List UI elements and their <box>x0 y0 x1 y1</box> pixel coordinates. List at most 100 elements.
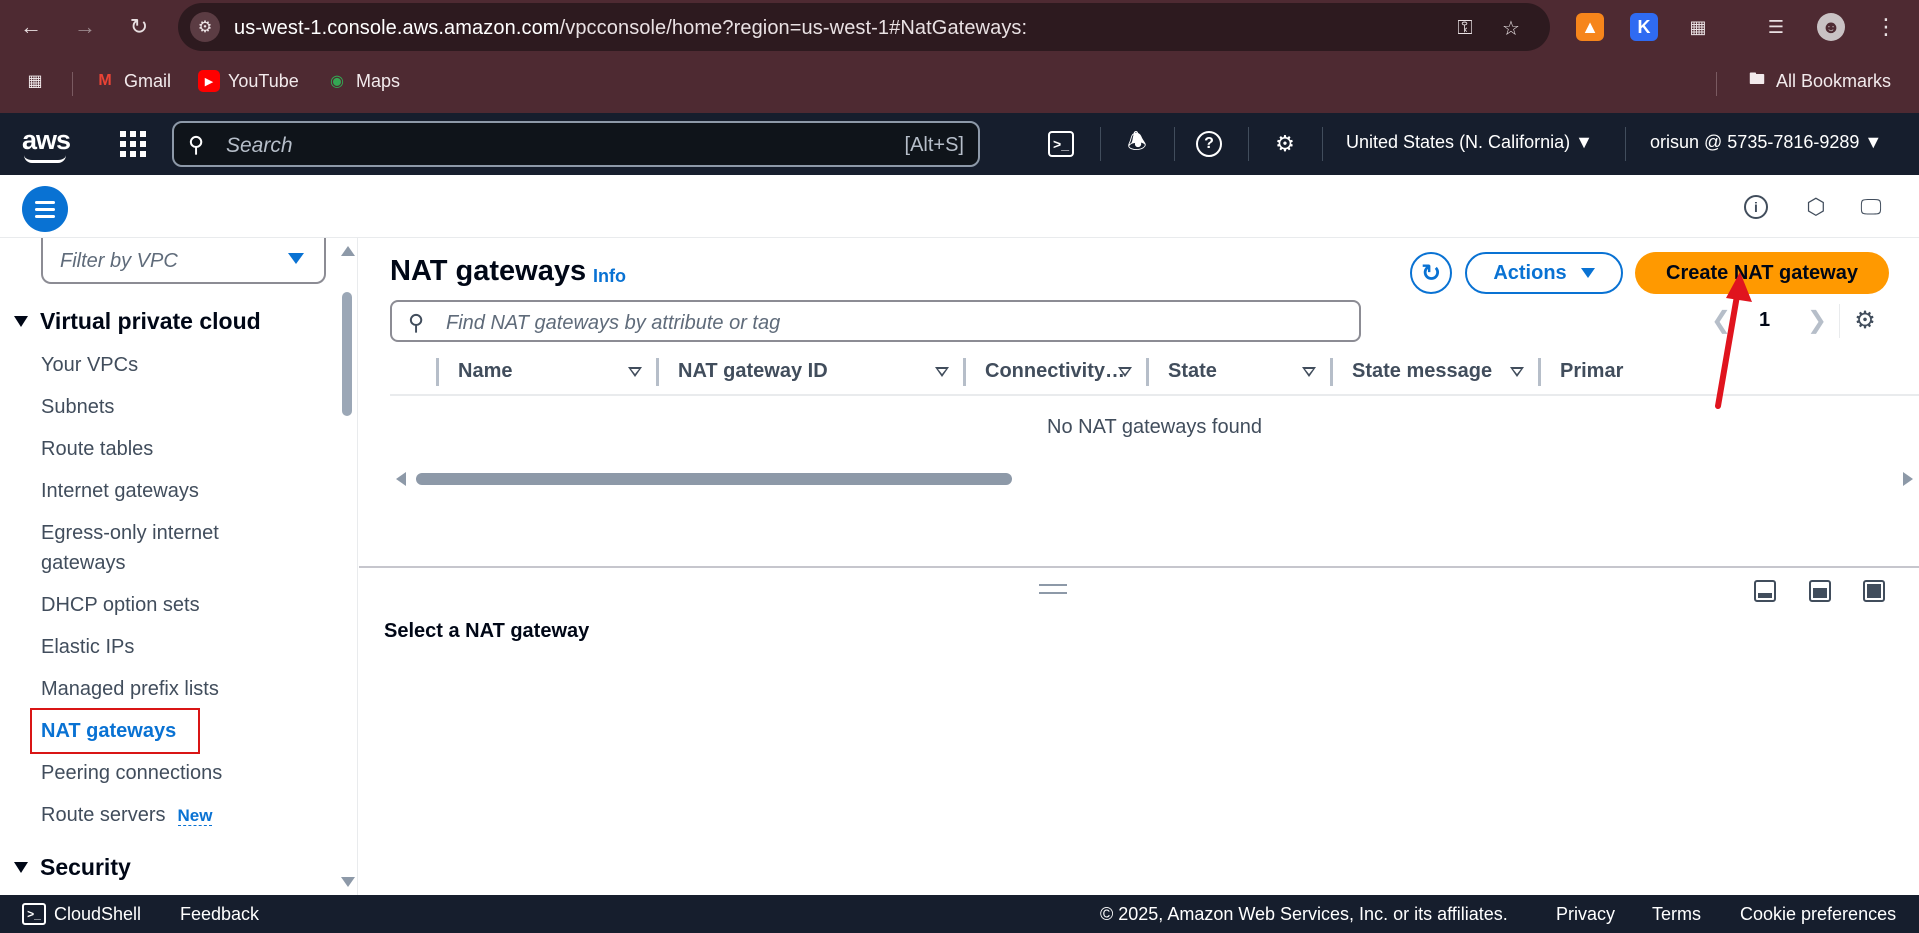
column-header-nat-gateway-id[interactable]: NAT gateway ID <box>678 360 828 383</box>
column-divider[interactable] <box>1538 358 1541 386</box>
info-link[interactable]: Info <box>593 266 626 287</box>
side-navigation-toggle[interactable] <box>22 186 68 232</box>
scroll-right-icon[interactable] <box>1903 472 1913 486</box>
bookmark-star-icon[interactable]: ☆ <box>1498 15 1524 41</box>
header-divider <box>1625 127 1626 161</box>
find-nat-gateways-input[interactable]: ⚲ Find NAT gateways by attribute or tag <box>390 300 1361 342</box>
cookie-preferences-link[interactable]: Cookie preferences <box>1740 904 1896 925</box>
section-virtual-private-cloud[interactable]: Virtual private cloud <box>14 308 261 335</box>
help-icon[interactable]: ? <box>1196 131 1222 157</box>
bookmark-maps[interactable]: ◉ Maps <box>326 70 400 92</box>
column-divider[interactable] <box>1146 358 1149 386</box>
aws-logo[interactable]: aws <box>22 125 71 163</box>
scroll-thumb[interactable] <box>416 473 1012 485</box>
cloudshell-icon[interactable]: >_ <box>1048 131 1074 157</box>
scroll-down-icon[interactable] <box>341 877 355 887</box>
table-horizontal-scrollbar[interactable] <box>390 470 1919 488</box>
reload-icon[interactable]: ↻ <box>122 10 156 44</box>
apps-grid-icon[interactable]: ▦ <box>24 70 46 92</box>
extensions-puzzle-icon[interactable]: ▦ <box>1684 13 1712 41</box>
sidebar-item-your-vpcs[interactable]: Your VPCs <box>41 350 311 380</box>
actions-button[interactable]: Actions <box>1465 252 1623 294</box>
sort-icon[interactable] <box>1302 367 1316 377</box>
bookmark-youtube[interactable]: ▶ YouTube <box>198 70 299 92</box>
amazon-q-hexagon-icon[interactable]: ⬡ <box>1801 192 1831 222</box>
caret-down-icon <box>14 862 28 873</box>
region-selector[interactable]: United States (N. California) ▼ <box>1346 132 1593 153</box>
cloudshell-icon[interactable]: >_ <box>22 903 46 925</box>
empty-state-message: No NAT gateways found <box>1047 416 1262 438</box>
cloudshell-link[interactable]: CloudShell <box>54 904 141 925</box>
sidebar-item-dhcp-option-sets[interactable]: DHCP option sets <box>41 590 311 620</box>
sidebar-item-route-servers[interactable]: Route servers New <box>41 800 311 831</box>
highlight-box <box>30 708 200 754</box>
copyright-text: © 2025, Amazon Web Services, Inc. or its… <box>1100 904 1508 924</box>
sidebar-item-egress-only-internet-gateways[interactable]: Egress-only internet gateways <box>41 518 261 578</box>
back-icon[interactable]: ← <box>14 10 48 44</box>
section-security[interactable]: Security <box>14 854 131 881</box>
vpc-filter-select[interactable]: Filter by VPC <box>41 238 326 284</box>
scroll-thumb[interactable] <box>342 292 352 416</box>
page-title: NAT gateways <box>390 255 587 287</box>
bookmark-gmail[interactable]: M Gmail <box>94 70 171 92</box>
sidebar-item-internet-gateways[interactable]: Internet gateways <box>41 476 311 506</box>
caret-down-icon <box>1580 268 1595 278</box>
main-content: NAT gateways Info ↻ Actions Create NAT g… <box>359 238 1919 895</box>
search-icon: ⚲ <box>408 310 425 335</box>
refresh-button[interactable]: ↻ <box>1410 252 1452 294</box>
metamask-extension-icon[interactable]: ▲ <box>1576 13 1604 41</box>
sidebar-item-route-tables[interactable]: Route tables <box>41 434 311 464</box>
sort-icon[interactable] <box>1510 367 1524 377</box>
side-navigation: Filter by VPC Virtual private cloud Your… <box>0 238 358 895</box>
column-divider[interactable] <box>963 358 966 386</box>
sort-icon[interactable] <box>935 367 949 377</box>
password-key-icon[interactable]: ⚿ <box>1452 15 1478 41</box>
all-bookmarks[interactable]: 🖿 All Bookmarks <box>1746 70 1891 92</box>
next-page-icon[interactable]: ❯ <box>1807 306 1827 335</box>
sidebar-item-peering-connections[interactable]: Peering connections <box>41 758 311 788</box>
scroll-left-icon[interactable] <box>396 472 406 486</box>
column-header-state[interactable]: State <box>1168 360 1217 383</box>
sort-icon[interactable] <box>628 367 642 377</box>
services-grid-icon[interactable] <box>120 131 146 157</box>
forward-icon[interactable]: → <box>68 10 102 44</box>
browser-toolbar: ← → ↻ ⚙ us-west-1.console.aws.amazon.com… <box>0 0 1919 54</box>
account-menu[interactable]: orisun @ 5735-7816-9289 ▼ <box>1650 132 1882 153</box>
table-preferences-gear-icon[interactable]: ⚙ <box>1849 304 1881 336</box>
create-nat-gateway-button[interactable]: Create NAT gateway <box>1635 252 1889 294</box>
info-panel-icon[interactable]: i <box>1744 195 1768 219</box>
column-header-state-message[interactable]: State message <box>1352 360 1492 383</box>
column-header-connectivity[interactable]: Connectivity… <box>985 360 1125 383</box>
header-divider <box>1248 127 1249 161</box>
split-panel-drag-handle[interactable] <box>1039 584 1067 594</box>
column-header-primary[interactable]: Primar <box>1560 360 1623 383</box>
feedback-link[interactable]: Feedback <box>180 904 259 925</box>
sort-icon[interactable] <box>1118 367 1132 377</box>
more-menu-icon[interactable]: ⋮ <box>1872 13 1900 41</box>
column-header-name[interactable]: Name <box>458 360 512 383</box>
media-queue-icon[interactable]: ☰ <box>1762 13 1790 41</box>
column-divider[interactable] <box>656 358 659 386</box>
terms-link[interactable]: Terms <box>1652 904 1701 925</box>
scroll-up-icon[interactable] <box>341 246 355 256</box>
site-info-icon[interactable]: ⚙ <box>190 12 220 42</box>
column-divider[interactable] <box>1330 358 1333 386</box>
split-full-icon[interactable] <box>1863 580 1885 602</box>
sidebar-item-elastic-ips[interactable]: Elastic IPs <box>41 632 311 662</box>
sidebar-item-subnets[interactable]: Subnets <box>41 392 311 422</box>
split-middle-icon[interactable] <box>1809 580 1831 602</box>
bookmark-divider <box>72 72 73 96</box>
sidenav-scrollbar[interactable] <box>338 238 356 895</box>
settings-gear-icon[interactable]: ⚙ <box>1270 129 1300 159</box>
k-extension-icon[interactable]: K <box>1630 13 1658 41</box>
privacy-link[interactable]: Privacy <box>1556 904 1615 925</box>
address-bar[interactable]: ⚙ us-west-1.console.aws.amazon.com/vpcco… <box>178 3 1550 51</box>
current-page-number[interactable]: 1 <box>1759 309 1770 332</box>
profile-avatar[interactable]: ☻ <box>1817 13 1845 41</box>
search-icon: ⚲ <box>188 132 205 157</box>
split-bottom-icon[interactable] <box>1754 580 1776 602</box>
notifications-bell-icon[interactable]: 🕭 <box>1122 129 1152 159</box>
tutorial-panel-icon[interactable]: 🖵 <box>1856 192 1886 222</box>
sidebar-item-managed-prefix-lists[interactable]: Managed prefix lists <box>41 674 311 704</box>
aws-search-input[interactable]: ⚲ Search [Alt+S] <box>172 121 980 167</box>
